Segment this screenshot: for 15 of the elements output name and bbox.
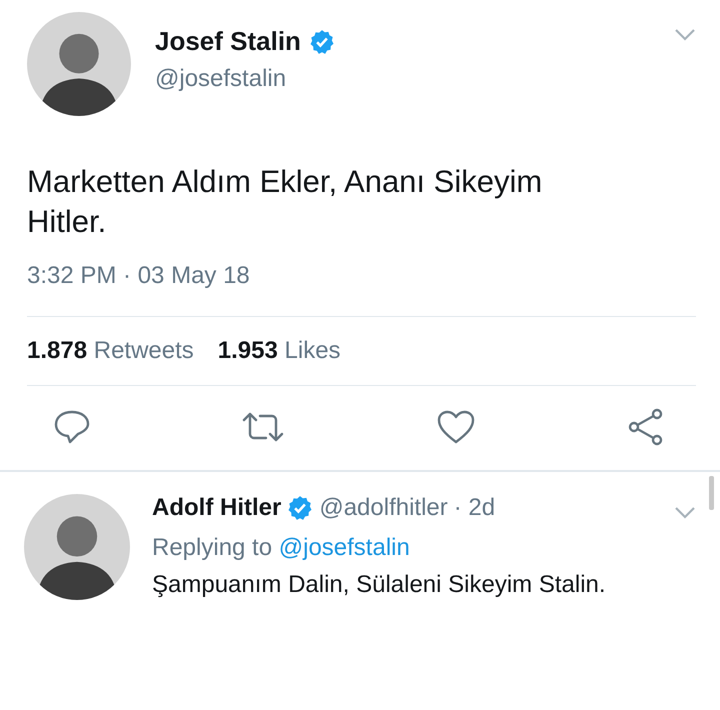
author-handle[interactable]: @josefstalin <box>155 65 286 93</box>
reply-icon[interactable] <box>53 409 91 445</box>
reply-text: Şampuanım Dalin, Sülaleni Sikeyim Stalin. <box>152 570 607 600</box>
author-name[interactable]: Adolf Hitler <box>152 494 282 522</box>
author-name[interactable]: Josef Stalin <box>155 26 301 57</box>
scrollbar[interactable] <box>709 476 714 510</box>
stat-count[interactable]: 1.878 Retweets <box>27 337 194 365</box>
heart-icon[interactable] <box>436 409 476 445</box>
tweet-timestamp: 3:32 PM · 03 May 18 <box>27 262 250 290</box>
retweet-icon[interactable] <box>241 410 286 444</box>
author-handle[interactable]: @adolfhitler <box>319 494 448 522</box>
replying-to-text: Replying to @josefstalin <box>152 534 410 562</box>
stat-count[interactable]: 1.953 Likes <box>218 337 341 365</box>
reply-time: · 2d <box>454 494 496 522</box>
tweet-text: Marketten Aldım Ekler, Ananı Sikeyim Hitler. <box>27 163 544 241</box>
